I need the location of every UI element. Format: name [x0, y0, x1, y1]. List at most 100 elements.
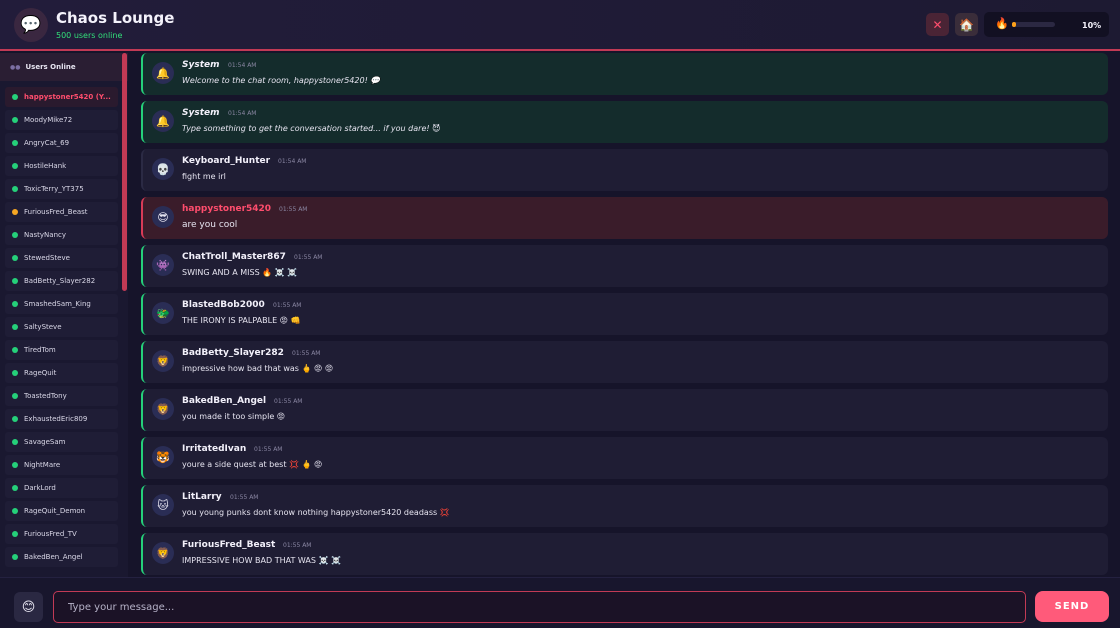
message-text: you made it too simple 😡: [182, 412, 286, 421]
avatar-icon[interactable]: 🔔: [152, 62, 174, 84]
user-name: StewedSteve: [24, 254, 70, 262]
status-dot: [12, 531, 18, 537]
user-list-item[interactable]: happystoner5420 (Y...: [5, 87, 118, 107]
user-name: RageQuit_Demon: [24, 507, 86, 515]
user-list-item[interactable]: BadBetty_Slayer282: [5, 271, 118, 291]
fire-icon: 🔥: [995, 17, 1009, 30]
user-name: MoodyMike72: [24, 116, 73, 124]
message-timestamp: 01:55 AM: [230, 494, 259, 501]
user-list-item[interactable]: FuriousFred_Beast: [5, 202, 118, 222]
avatar-icon[interactable]: 🔔: [152, 110, 174, 132]
chat-message: 🦁 FuriousFred_Beast 01:55 AM IMPRESSIVE HOW…: [141, 533, 1108, 575]
message-username[interactable]: BadBetty_Slayer282: [182, 348, 284, 358]
user-list: happystoner5420 (Y... MoodyMike72 AngryCat…: [0, 81, 128, 567]
user-list-item[interactable]: BakedBen_Angel: [5, 547, 118, 567]
chat-message: 🐯 IrritatedIvan 01:55 AM youre a side quest…: [141, 437, 1108, 479]
sidebar-scrollbar[interactable]: [122, 53, 127, 291]
users-icon: ●●: [10, 63, 21, 71]
message-username[interactable]: ChatTroll_Master867: [182, 252, 286, 262]
user-list-item[interactable]: RageQuit: [5, 363, 118, 383]
chat-message: 🔔 System 01:54 AM Type something to get the…: [141, 101, 1108, 143]
message-text: are you cool: [182, 220, 238, 230]
user-name: FuriousFred_Beast: [24, 208, 88, 216]
user-list-item[interactable]: NightMare: [5, 455, 118, 475]
send-button[interactable]: SEND: [1035, 591, 1109, 622]
user-list-item[interactable]: StewedSteve: [5, 248, 118, 268]
message-text: youre a side quest at best 💢 🖕 😡: [182, 460, 323, 469]
user-list-item[interactable]: ExhaustedEric809: [5, 409, 118, 429]
message-timestamp: 01:54 AM: [228, 110, 257, 117]
status-dot: [12, 554, 18, 560]
meter-fill: [1012, 22, 1017, 27]
message-timestamp: 01:55 AM: [294, 254, 323, 261]
user-name: BadBetty_Slayer282: [24, 277, 96, 285]
message-timestamp: 01:55 AM: [273, 302, 302, 309]
avatar-icon[interactable]: 👾: [152, 254, 174, 276]
home-button[interactable]: 🏠: [955, 13, 978, 36]
user-list-item[interactable]: TiredTom: [5, 340, 118, 360]
avatar-icon[interactable]: 🐱: [152, 494, 174, 516]
status-dot: [12, 462, 18, 468]
emoji-icon: 😊: [21, 599, 36, 615]
user-name: RageQuit: [24, 369, 57, 377]
message-timestamp: 01:54 AM: [278, 158, 307, 165]
close-button[interactable]: ✕: [926, 13, 949, 36]
message-username[interactable]: IrritatedIvan: [182, 444, 246, 454]
message-username[interactable]: FuriousFred_Beast: [182, 540, 275, 550]
avatar-icon[interactable]: 🦁: [152, 350, 174, 372]
user-list-item[interactable]: SmashedSam_King: [5, 294, 118, 314]
status-dot: [12, 255, 18, 261]
message-username[interactable]: Keyboard_Hunter: [182, 156, 270, 166]
emoji-button[interactable]: 😊: [14, 592, 43, 622]
message-timestamp: 01:55 AM: [292, 350, 321, 357]
avatar-icon[interactable]: 🐲: [152, 302, 174, 324]
message-text: SWING AND A MISS 🔥 ☠️ ☠️: [182, 268, 298, 277]
user-list-item[interactable]: SavageSam: [5, 432, 118, 452]
message-timestamp: 01:55 AM: [279, 206, 308, 213]
status-dot: [12, 278, 18, 284]
home-icon: 🏠: [959, 17, 974, 32]
user-list-item[interactable]: SaltySteve: [5, 317, 118, 337]
user-name: NastyNancy: [24, 231, 67, 239]
message-username[interactable]: happystoner5420: [182, 204, 271, 214]
user-list-item[interactable]: NastyNancy: [5, 225, 118, 245]
avatar-icon[interactable]: 🦁: [152, 398, 174, 420]
user-list-item[interactable]: HostileHank: [5, 156, 118, 176]
room-title: Chaos Lounge: [56, 9, 175, 27]
status-dot: [12, 347, 18, 353]
avatar-icon[interactable]: 💀: [152, 158, 174, 180]
chat-message: 🔔 System 01:54 AM Welcome to the chat room,…: [141, 53, 1108, 95]
user-name: ExhaustedEric809: [24, 415, 88, 423]
user-list-item[interactable]: AngryCat_69: [5, 133, 118, 153]
status-dot: [12, 301, 18, 307]
user-name: ToastedTony: [24, 392, 67, 400]
user-list-item[interactable]: ToxicTerry_YT375: [5, 179, 118, 199]
status-dot: [12, 416, 18, 422]
status-dot: [12, 508, 18, 514]
user-name: AngryCat_69: [24, 139, 70, 147]
message-username[interactable]: BlastedBob2000: [182, 300, 265, 310]
status-dot: [12, 485, 18, 491]
user-name: BakedBen_Angel: [24, 553, 83, 561]
message-username[interactable]: System: [182, 108, 220, 118]
message-username[interactable]: BakedBen_Angel: [182, 396, 266, 406]
chat-message: 🐲 BlastedBob2000 01:55 AM THE IRONY IS PALP…: [141, 293, 1108, 335]
user-list-item[interactable]: MoodyMike72: [5, 110, 118, 130]
status-dot: [12, 439, 18, 445]
message-username[interactable]: LitLarry: [182, 492, 222, 502]
user-list-item[interactable]: ToastedTony: [5, 386, 118, 406]
chat-message: 🐱 LitLarry 01:55 AM you young punks dont kn…: [141, 485, 1108, 527]
user-list-item[interactable]: RageQuit_Demon: [5, 501, 118, 521]
chat-message: 💀 Keyboard_Hunter 01:54 AM fight me irl: [141, 149, 1108, 191]
message-username[interactable]: System: [182, 60, 220, 70]
user-name: SavageSam: [24, 438, 66, 446]
avatar-icon[interactable]: 😎: [152, 206, 174, 228]
message-timestamp: 01:55 AM: [254, 446, 283, 453]
message-text: impressive how bad that was 🖕 😡 😡: [182, 364, 334, 373]
user-list-item[interactable]: FuriousFred_TV: [5, 524, 118, 544]
chat-message: 🦁 BakedBen_Angel 01:55 AM you made it too s…: [141, 389, 1108, 431]
user-list-item[interactable]: DarkLord: [5, 478, 118, 498]
avatar-icon[interactable]: 🦁: [152, 542, 174, 564]
message-input[interactable]: [53, 591, 1026, 623]
avatar-icon[interactable]: 🐯: [152, 446, 174, 468]
